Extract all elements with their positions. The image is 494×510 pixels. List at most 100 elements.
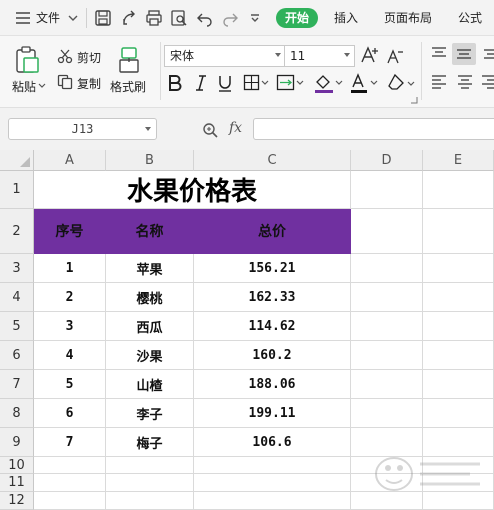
cut-button[interactable]: 剪切 [77, 49, 101, 66]
row-header-9[interactable]: 9 [0, 428, 34, 457]
table-cell-index[interactable]: 4 [34, 341, 106, 370]
paste-dropdown-icon[interactable] [38, 82, 46, 90]
copy-icon[interactable] [57, 74, 73, 90]
row-header-2[interactable]: 2 [0, 209, 34, 254]
align-top-icon[interactable] [430, 46, 448, 62]
row-header-1[interactable]: 1 [0, 171, 34, 209]
header-cell-index[interactable]: 序号 [34, 209, 106, 254]
cell-d7[interactable] [351, 370, 423, 399]
row-header-4[interactable]: 4 [0, 283, 34, 312]
format-painter-button[interactable]: 格式刷 [110, 78, 146, 95]
row-header-8[interactable]: 8 [0, 399, 34, 428]
cell-a12[interactable] [34, 492, 106, 510]
header-cell-total[interactable]: 总价 [194, 209, 351, 254]
cell-e5[interactable] [423, 312, 494, 341]
increase-font-size-icon[interactable] [360, 45, 380, 65]
align-center-icon[interactable] [456, 74, 474, 90]
cell-a10[interactable] [34, 457, 106, 474]
table-cell-total[interactable]: 162.33 [194, 283, 351, 312]
customize-toolbar-icon[interactable] [246, 9, 264, 27]
column-header-c[interactable]: C [194, 150, 351, 171]
font-settings-expand-icon[interactable] [410, 96, 418, 104]
formula-input[interactable] [253, 118, 494, 140]
align-left-icon[interactable] [430, 74, 448, 90]
cell-d8[interactable] [351, 399, 423, 428]
redo-icon[interactable] [221, 9, 239, 27]
undo-icon[interactable] [196, 9, 214, 27]
fill-color-icon[interactable] [313, 72, 343, 94]
tab-home[interactable]: 开始 [276, 8, 318, 28]
sheet-title-cell[interactable]: 水果价格表 [34, 171, 351, 209]
fx-button[interactable]: fx [229, 120, 242, 136]
cell-a11[interactable] [34, 474, 106, 492]
cell-e6[interactable] [423, 341, 494, 370]
format-painter-icon[interactable] [117, 46, 141, 74]
table-cell-name[interactable]: 沙果 [106, 341, 194, 370]
paste-button[interactable]: 粘贴 [12, 78, 36, 95]
table-cell-index[interactable]: 5 [34, 370, 106, 399]
table-cell-name[interactable]: 樱桃 [106, 283, 194, 312]
cell-b12[interactable] [106, 492, 194, 510]
select-all-corner[interactable] [0, 150, 34, 171]
save-icon[interactable] [94, 9, 112, 27]
bold-icon[interactable] [166, 74, 184, 92]
table-cell-total[interactable]: 114.62 [194, 312, 351, 341]
zoom-icon[interactable] [202, 122, 218, 138]
table-cell-name[interactable]: 山楂 [106, 370, 194, 399]
row-header-3[interactable]: 3 [0, 254, 34, 283]
header-cell-name[interactable]: 名称 [106, 209, 194, 254]
table-cell-index[interactable]: 3 [34, 312, 106, 341]
column-header-a[interactable]: A [34, 150, 106, 171]
table-cell-total[interactable]: 199.11 [194, 399, 351, 428]
table-cell-total[interactable]: 160.2 [194, 341, 351, 370]
font-color-icon[interactable] [349, 72, 379, 94]
cell-d3[interactable] [351, 254, 423, 283]
tab-insert[interactable]: 插入 [334, 8, 358, 28]
cell-e4[interactable] [423, 283, 494, 312]
align-bottom-icon[interactable] [482, 46, 494, 62]
cell-e3[interactable] [423, 254, 494, 283]
scissors-icon[interactable] [57, 48, 73, 64]
table-cell-total[interactable]: 188.06 [194, 370, 351, 399]
cell-d6[interactable] [351, 341, 423, 370]
cell-d5[interactable] [351, 312, 423, 341]
align-right-icon[interactable] [482, 74, 494, 90]
row-header-7[interactable]: 7 [0, 370, 34, 399]
cell-c11[interactable] [194, 474, 351, 492]
cell-e1[interactable] [423, 171, 494, 209]
decrease-font-size-icon[interactable] [386, 47, 404, 65]
cell-b10[interactable] [106, 457, 194, 474]
clear-format-icon[interactable] [386, 73, 416, 93]
font-name-select[interactable]: 宋体 [164, 45, 286, 67]
font-size-select[interactable]: 11 [284, 45, 355, 67]
cell-d4[interactable] [351, 283, 423, 312]
row-header-11[interactable]: 11 [0, 474, 34, 492]
copy-button[interactable]: 复制 [77, 75, 101, 92]
row-header-12[interactable]: 12 [0, 492, 34, 510]
align-middle-button[interactable] [452, 43, 476, 65]
row-header-5[interactable]: 5 [0, 312, 34, 341]
column-header-b[interactable]: B [106, 150, 194, 171]
tab-page-layout[interactable]: 页面布局 [384, 8, 432, 28]
table-cell-index[interactable]: 1 [34, 254, 106, 283]
cell-e8[interactable] [423, 399, 494, 428]
table-cell-total[interactable]: 106.6 [194, 428, 351, 457]
table-cell-name[interactable]: 梅子 [106, 428, 194, 457]
cell-e7[interactable] [423, 370, 494, 399]
merge-cells-icon[interactable] [276, 74, 304, 92]
print-icon[interactable] [145, 9, 163, 27]
cell-c12[interactable] [194, 492, 351, 510]
hamburger-menu-icon[interactable] [14, 9, 32, 27]
chevron-down-icon[interactable] [64, 9, 82, 27]
cell-d1[interactable] [351, 171, 423, 209]
paste-icon[interactable] [14, 46, 40, 74]
row-header-10[interactable]: 10 [0, 457, 34, 474]
underline-icon[interactable] [216, 74, 234, 92]
borders-icon[interactable] [243, 74, 269, 92]
export-icon[interactable] [120, 9, 138, 27]
print-preview-icon[interactable] [170, 9, 188, 27]
table-cell-name[interactable]: 苹果 [106, 254, 194, 283]
table-cell-total[interactable]: 156.21 [194, 254, 351, 283]
italic-icon[interactable] [192, 74, 210, 92]
column-header-d[interactable]: D [351, 150, 423, 171]
